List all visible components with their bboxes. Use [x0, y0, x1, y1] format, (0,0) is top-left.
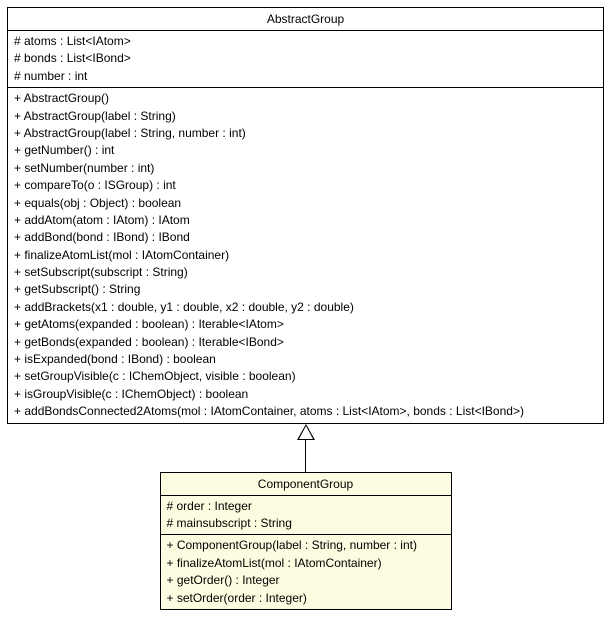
operation: + setOrder(order : Integer) — [167, 590, 445, 607]
operation: + setSubscript(subscript : String) — [14, 264, 597, 281]
class-title: AbstractGroup — [8, 8, 603, 31]
class-name: ComponentGroup — [258, 477, 353, 491]
operation: + setNumber(number : int) — [14, 160, 597, 177]
operation: + AbstractGroup(label : String) — [14, 108, 597, 125]
operation: + addBondsConnected2Atoms(mol : IAtomCon… — [14, 403, 597, 420]
operation: + AbstractGroup(label : String, number :… — [14, 125, 597, 142]
operation: + addBrackets(x1 : double, y1 : double, … — [14, 299, 597, 316]
attribute: # number : int — [14, 68, 597, 85]
attributes-section: # order : Integer # mainsubscript : Stri… — [161, 496, 451, 536]
class-abstractgroup: AbstractGroup # atoms : List<IAtom> # bo… — [7, 7, 604, 424]
operations-section: + AbstractGroup() + AbstractGroup(label … — [8, 88, 603, 422]
operation: + ComponentGroup(label : String, number … — [167, 537, 445, 554]
connector-line — [305, 440, 306, 472]
operation: + getOrder() : Integer — [167, 572, 445, 589]
operation: + addAtom(atom : IAtom) : IAtom — [14, 212, 597, 229]
operation: + getNumber() : int — [14, 142, 597, 159]
attribute: # bonds : List<IBond> — [14, 50, 597, 67]
operation: + AbstractGroup() — [14, 90, 597, 107]
operation: + equals(obj : Object) : boolean — [14, 195, 597, 212]
operation: + getAtoms(expanded : boolean) : Iterabl… — [14, 316, 597, 333]
generalization-arrow-icon — [297, 424, 315, 440]
operation: + finalizeAtomList(mol : IAtomContainer) — [14, 247, 597, 264]
operation: + setGroupVisible(c : IChemObject, visib… — [14, 368, 597, 385]
operation: + isExpanded(bond : IBond) : boolean — [14, 351, 597, 368]
class-title: ComponentGroup — [161, 473, 451, 496]
attribute: # mainsubscript : String — [167, 515, 445, 532]
class-componentgroup: ComponentGroup # order : Integer # mains… — [160, 472, 452, 610]
attributes-section: # atoms : List<IAtom> # bonds : List<IBo… — [8, 31, 603, 88]
class-name: AbstractGroup — [267, 12, 344, 26]
operation: + compareTo(o : ISGroup) : int — [14, 177, 597, 194]
generalization-connector — [7, 424, 604, 472]
attribute: # order : Integer — [167, 498, 445, 515]
operation: + getBonds(expanded : boolean) : Iterabl… — [14, 334, 597, 351]
operation: + getSubscript() : String — [14, 281, 597, 298]
operations-section: + ComponentGroup(label : String, number … — [161, 535, 451, 609]
operation: + isGroupVisible(c : IChemObject) : bool… — [14, 386, 597, 403]
operation: + finalizeAtomList(mol : IAtomContainer) — [167, 555, 445, 572]
attribute: # atoms : List<IAtom> — [14, 33, 597, 50]
operation: + addBond(bond : IBond) : IBond — [14, 229, 597, 246]
